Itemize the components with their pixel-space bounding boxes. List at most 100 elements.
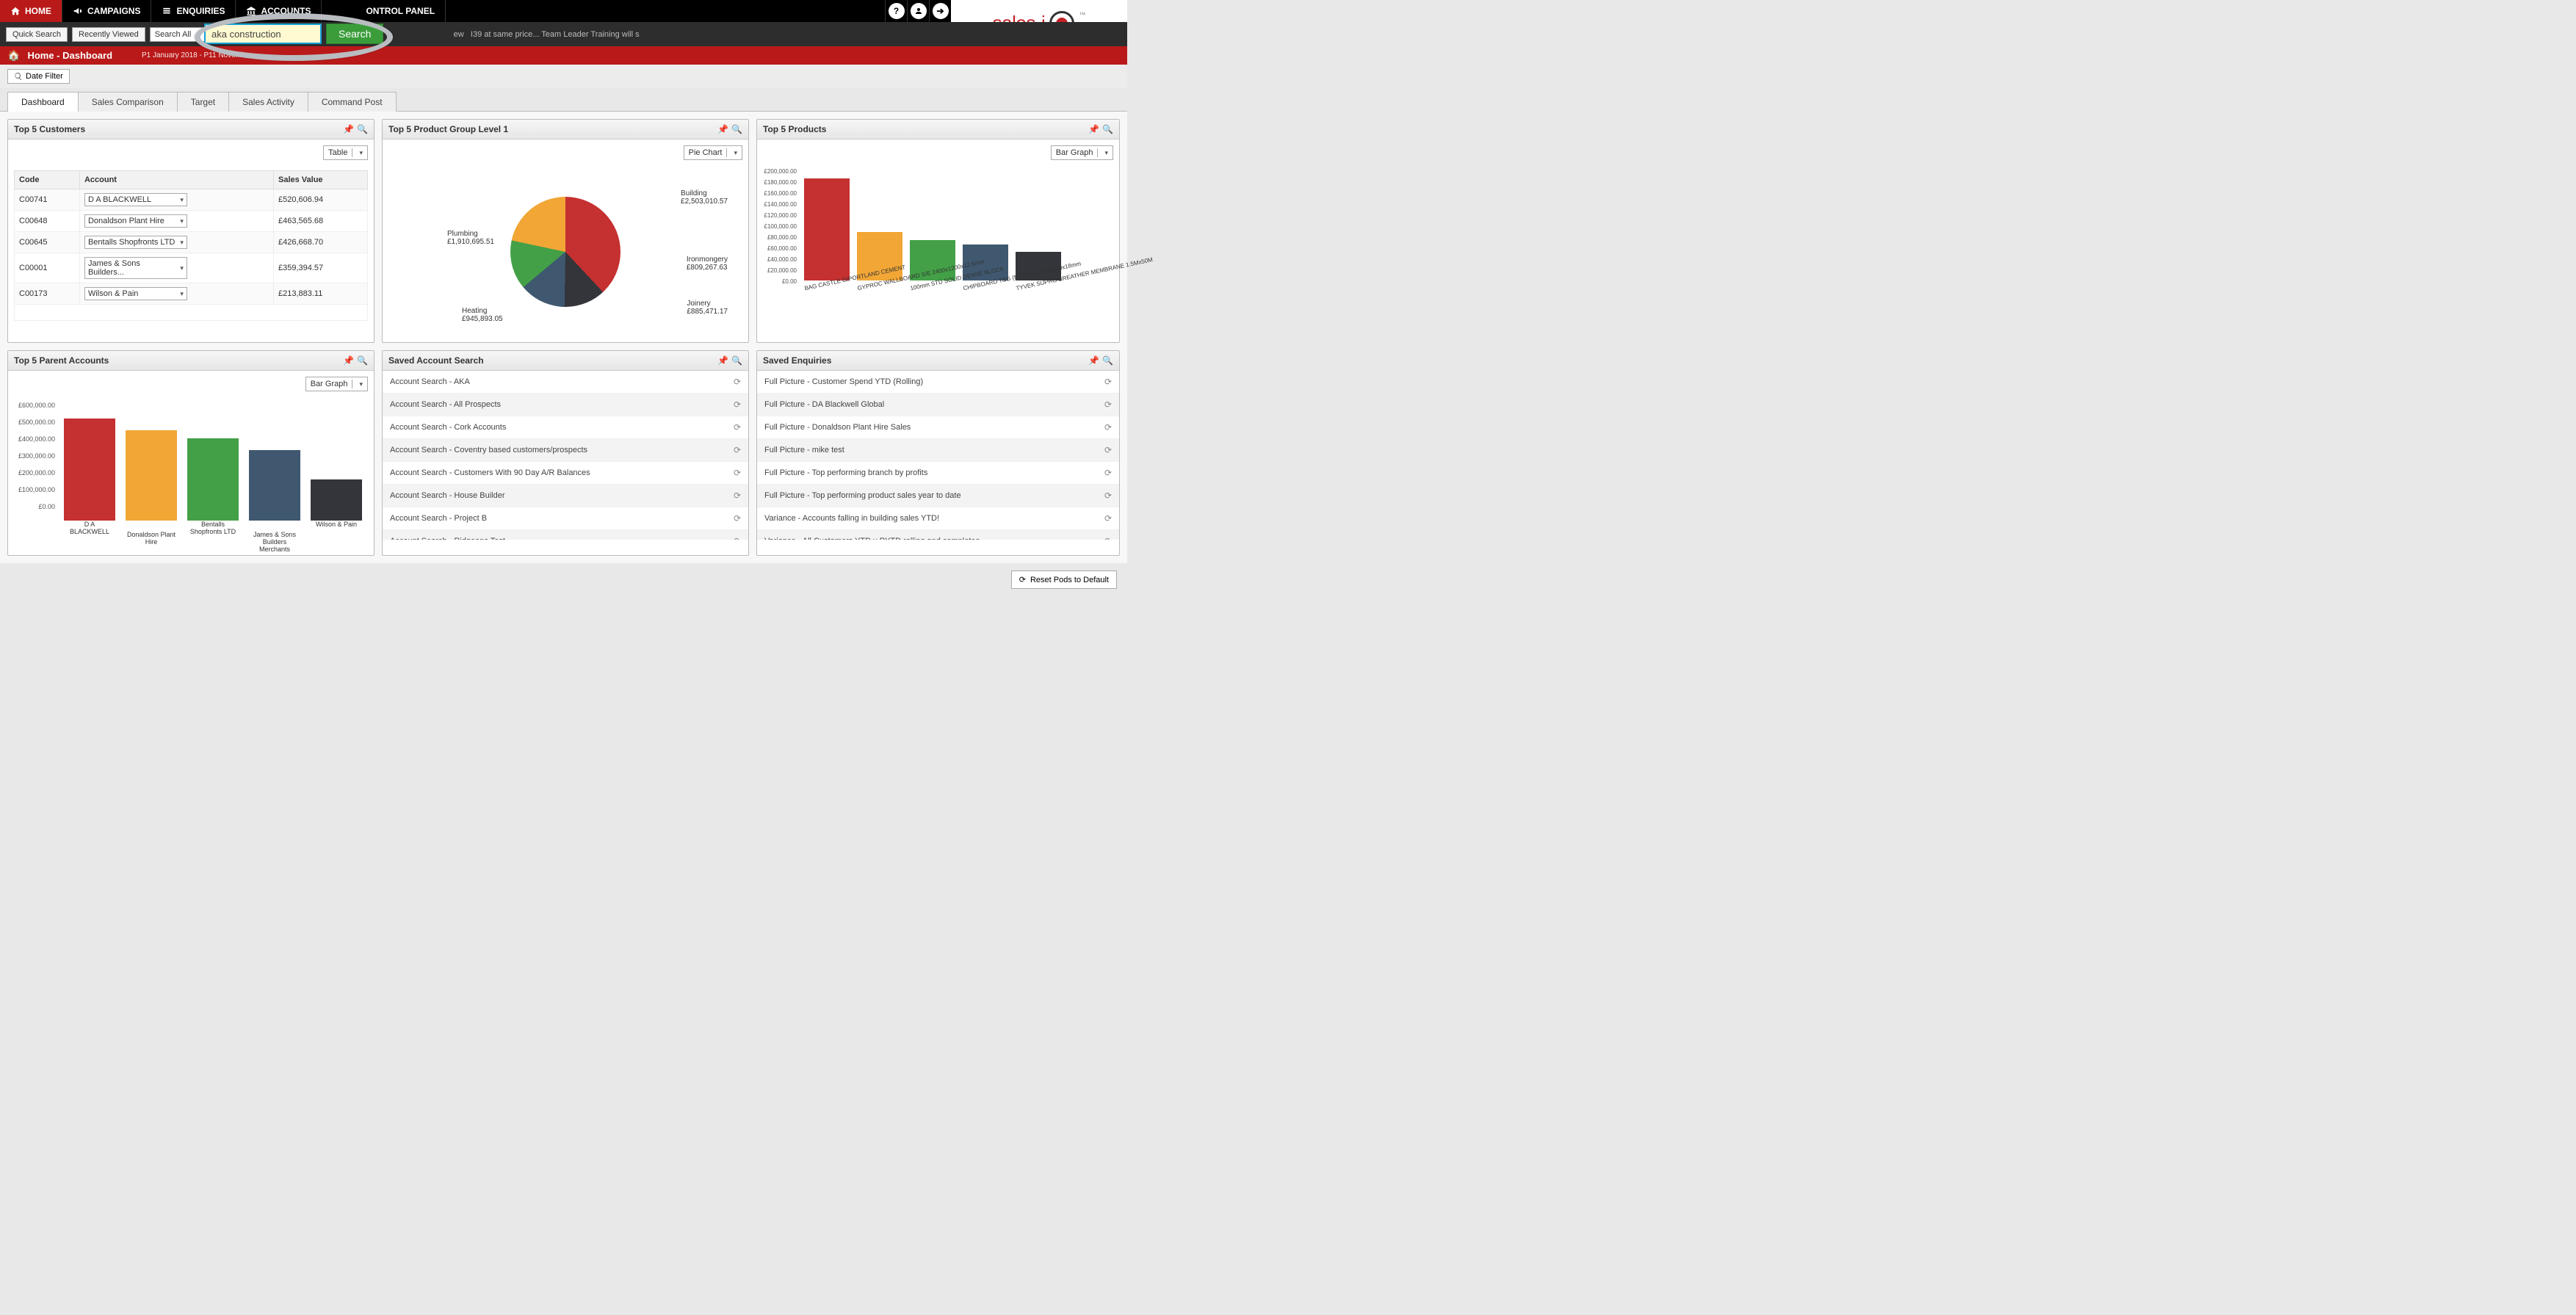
pin-icon[interactable]: 📌 [717, 124, 728, 134]
tab-sales-activity[interactable]: Sales Activity [228, 92, 308, 112]
pin-icon[interactable]: 📌 [343, 355, 354, 366]
refresh-icon[interactable]: ⟳ [734, 468, 741, 478]
list-item[interactable]: Variance - All Customers YTD v PYTD roll… [757, 530, 1119, 540]
account-dropdown[interactable]: Bentalls Shopfronts LTD [84, 236, 187, 249]
reset-pods-button[interactable]: ⟳ Reset Pods to Default [1011, 570, 1117, 589]
refresh-icon[interactable]: ⟳ [1104, 377, 1112, 387]
refresh-icon[interactable]: ⟳ [1104, 422, 1112, 432]
table-row[interactable]: C00648Donaldson Plant Hire£463,565.68 [15, 211, 368, 232]
list-item[interactable]: Account Search - Project B⟳ [383, 507, 748, 530]
view-mode-label: Bar Graph [1056, 148, 1093, 157]
tab-sales-comparison[interactable]: Sales Comparison [78, 92, 178, 112]
chevron-down-icon [1097, 148, 1108, 157]
table-row[interactable]: C00173Wilson & Pain£213,883.11 [15, 283, 368, 305]
list-item[interactable]: Full Picture - DA Blackwell Global⟳ [757, 394, 1119, 416]
refresh-icon[interactable]: ⟳ [734, 513, 741, 524]
refresh-icon[interactable]: ⟳ [734, 536, 741, 540]
zoom-icon[interactable]: 🔍 [731, 124, 742, 134]
zoom-icon[interactable]: 🔍 [1102, 124, 1113, 134]
pod-title: Top 5 Product Group Level 1 [388, 124, 508, 134]
saved-enquiries-list[interactable]: Full Picture - Customer Spend YTD (Rolli… [757, 371, 1119, 540]
tab-dashboard[interactable]: Dashboard [7, 92, 79, 112]
list-item[interactable]: Variance - Accounts falling in building … [757, 507, 1119, 530]
table-row[interactable]: C00001James & Sons Builders...£359,394.5… [15, 253, 368, 283]
search-all-dropdown[interactable]: Search All [150, 27, 205, 42]
refresh-icon[interactable]: ⟳ [1104, 399, 1112, 410]
pod-title: Top 5 Parent Accounts [14, 355, 109, 366]
view-mode-dropdown[interactable]: Pie Chart [684, 145, 742, 160]
cell-value: £520,606.94 [273, 189, 367, 211]
nav-accounts[interactable]: ACCOUNTS [236, 0, 322, 22]
refresh-icon[interactable]: ⟳ [734, 399, 741, 410]
list-item[interactable]: Full Picture - Donaldson Plant Hire Sale… [757, 416, 1119, 439]
nav-control-panel-obscured[interactable]: ONTROL PANEL [322, 0, 446, 22]
recently-viewed-button[interactable]: Recently Viewed [72, 27, 145, 42]
chevron-down-icon [178, 195, 184, 204]
list-item[interactable]: Account Search - AKA⟳ [383, 371, 748, 394]
quick-search-button[interactable]: Quick Search [6, 27, 68, 42]
nav-home[interactable]: HOME [0, 0, 62, 22]
list-item[interactable]: Account Search - Customers With 90 Day A… [383, 462, 748, 485]
table-row[interactable]: C00645Bentalls Shopfronts LTD£426,668.70 [15, 232, 368, 253]
page-title: Home - Dashboard [27, 50, 112, 61]
list-item-label: Account Search - House Builder [390, 491, 505, 500]
top-nav: HOME CAMPAIGNS ENQUIRIES ACCOUNTS ONTROL… [0, 0, 1127, 22]
refresh-icon[interactable]: ⟳ [734, 422, 741, 432]
refresh-icon[interactable]: ⟳ [734, 445, 741, 455]
x-axis-labels: D A BLACKWELL Donaldson Plant Hire Benta… [64, 521, 368, 543]
refresh-icon[interactable]: ⟳ [1104, 445, 1112, 455]
list-item[interactable]: Account Search - All Prospects⟳ [383, 394, 748, 416]
bar [804, 178, 850, 280]
pin-icon[interactable]: 📌 [717, 355, 728, 366]
list-item[interactable]: Full Picture - Top performing product sa… [757, 485, 1119, 507]
user-button[interactable] [907, 0, 929, 22]
list-item[interactable]: Full Picture - Customer Spend YTD (Rolli… [757, 371, 1119, 394]
nav-campaigns[interactable]: CAMPAIGNS [62, 0, 151, 22]
search-input[interactable] [204, 23, 322, 44]
pin-icon[interactable]: 📌 [1088, 124, 1099, 134]
account-dropdown[interactable]: Donaldson Plant Hire [84, 214, 187, 228]
refresh-icon[interactable]: ⟳ [734, 490, 741, 501]
account-dropdown[interactable]: James & Sons Builders... [84, 257, 187, 279]
list-item[interactable]: Account Search - Coventry based customer… [383, 439, 748, 462]
list-item[interactable]: Account Search - Ridgeons Test⟳ [383, 530, 748, 540]
zoom-icon[interactable]: 🔍 [357, 355, 368, 366]
cell-value: £213,883.11 [273, 283, 367, 305]
refresh-icon[interactable]: ⟳ [1104, 513, 1112, 524]
view-mode-label: Bar Graph [311, 380, 348, 388]
account-dropdown[interactable]: Wilson & Pain [84, 287, 187, 300]
refresh-icon[interactable]: ⟳ [1104, 536, 1112, 540]
view-mode-dropdown[interactable]: Table [323, 145, 368, 160]
refresh-icon[interactable]: ⟳ [1104, 490, 1112, 501]
pin-icon[interactable]: 📌 [343, 124, 354, 134]
list-item-label: Full Picture - Top performing product sa… [764, 491, 961, 500]
view-mode-dropdown[interactable]: Bar Graph [305, 377, 368, 391]
list-item[interactable]: Account Search - House Builder ⟳ [383, 485, 748, 507]
view-mode-dropdown[interactable]: Bar Graph [1051, 145, 1113, 160]
col-value: Sales Value [273, 171, 367, 189]
cell-code: C00648 [15, 211, 80, 232]
refresh-icon[interactable]: ⟳ [734, 377, 741, 387]
list-item[interactable]: Full Picture - Top performing branch by … [757, 462, 1119, 485]
nav-enquiries[interactable]: ENQUIRIES [151, 0, 236, 22]
saved-search-list[interactable]: Account Search - AKA⟳Account Search - Al… [383, 371, 748, 540]
tab-target[interactable]: Target [177, 92, 229, 112]
tab-command-post[interactable]: Command Post [308, 92, 397, 112]
list-item[interactable]: Full Picture - mike test⟳ [757, 439, 1119, 462]
date-filter-button[interactable]: Date Filter [7, 69, 70, 84]
megaphone-icon [73, 6, 83, 16]
help-button[interactable]: ? [885, 0, 907, 22]
bar-chart [64, 403, 368, 521]
zoom-icon[interactable]: 🔍 [357, 124, 368, 134]
pin-icon[interactable]: 📌 [1088, 355, 1099, 366]
account-dropdown[interactable]: D A BLACKWELL [84, 193, 187, 206]
zoom-icon[interactable]: 🔍 [1102, 355, 1113, 366]
footer: ⟳ Reset Pods to Default [0, 563, 1127, 604]
go-button[interactable]: ➔ [929, 0, 951, 22]
arrow-right-icon: ➔ [933, 3, 949, 19]
list-item[interactable]: Account Search - Cork Accounts⟳ [383, 416, 748, 439]
search-submit-button[interactable]: Search [326, 23, 383, 44]
table-row[interactable]: C00741D A BLACKWELL£520,606.94 [15, 189, 368, 211]
zoom-icon[interactable]: 🔍 [731, 355, 742, 366]
refresh-icon[interactable]: ⟳ [1104, 468, 1112, 478]
